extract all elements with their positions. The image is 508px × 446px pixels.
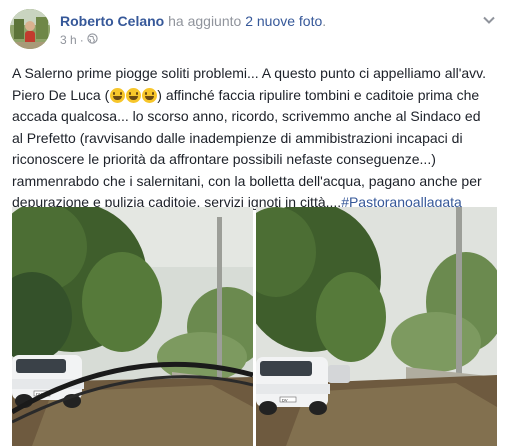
laughing-emoji bbox=[125, 87, 141, 103]
globe-icon[interactable] bbox=[87, 33, 98, 47]
meta-separator: · bbox=[79, 33, 84, 47]
post-text-line: rammenrabdo che i salernitani, con la bo… bbox=[12, 172, 482, 189]
post-text-line: A Salerno prime piogge soliti problemi..… bbox=[12, 65, 487, 81]
laughing-emoji bbox=[141, 87, 157, 103]
photo-flooded-street-1[interactable]: DV bbox=[12, 207, 253, 446]
action-suffix: . bbox=[322, 13, 327, 29]
license-plate: DV bbox=[282, 398, 288, 403]
post-text: A Salerno prime piogge soliti problemi..… bbox=[12, 63, 500, 214]
post-text-line: riconoscere le priorità da affrontare po… bbox=[12, 151, 436, 167]
new-photos-link[interactable]: 2 nuove foto bbox=[245, 13, 322, 29]
post-text-line: al Prefetto (ravvisando dalle inadempien… bbox=[12, 129, 463, 146]
chevron-down-icon[interactable] bbox=[482, 12, 496, 24]
author-name[interactable]: Roberto Celano bbox=[60, 13, 164, 29]
winking-smile-emoji bbox=[109, 87, 125, 103]
action-text: ha aggiunto bbox=[168, 13, 242, 29]
post-text-line: accada qualcosa... lo scorso anno, ricor… bbox=[12, 108, 481, 124]
post-text-line: Piero De Luca () affinché faccia ripulir… bbox=[12, 86, 480, 103]
avatar[interactable] bbox=[10, 9, 50, 49]
post-timestamp[interactable]: 3 h bbox=[60, 33, 77, 47]
photo-flooded-street-2[interactable]: DV bbox=[256, 207, 497, 446]
